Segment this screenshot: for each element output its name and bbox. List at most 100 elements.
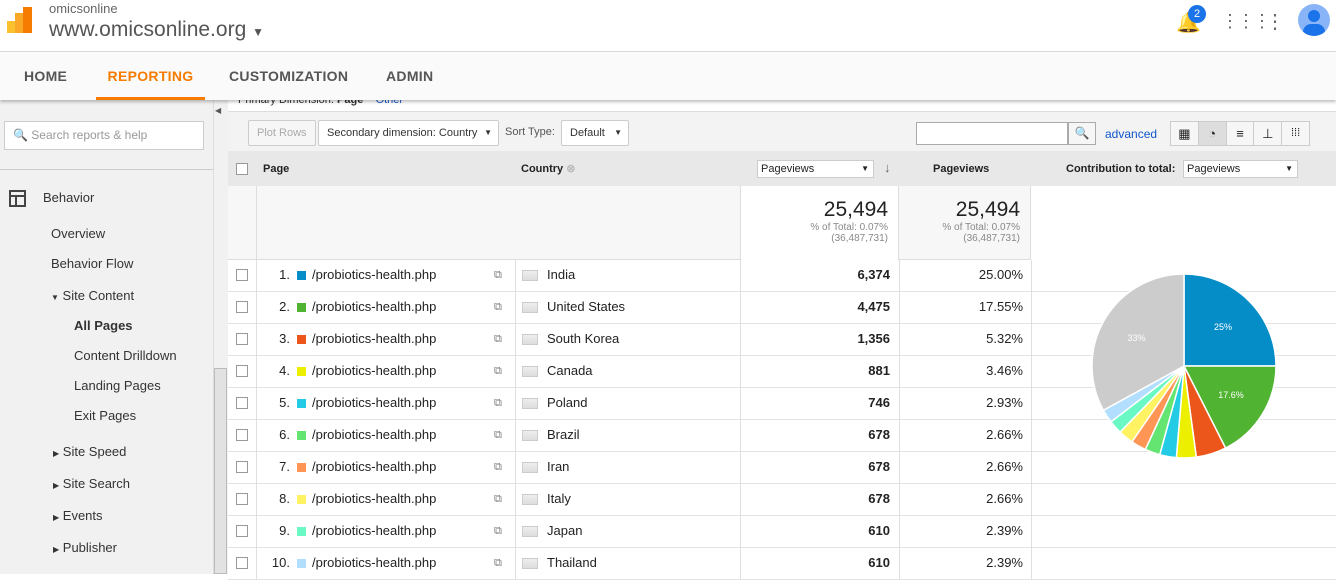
row-color-swatch [297, 335, 306, 344]
row-checkbox[interactable] [236, 269, 248, 281]
open-page-icon[interactable]: ⧉ [494, 548, 502, 580]
open-page-icon[interactable]: ⧉ [494, 292, 502, 324]
column-pageviews[interactable]: Pageviews [933, 163, 989, 175]
country-link[interactable]: Poland [547, 388, 587, 420]
contribution-select[interactable]: Pageviews ▼ [1183, 160, 1298, 178]
country-link[interactable]: Thailand [547, 548, 597, 580]
open-page-icon[interactable]: ⧉ [494, 420, 502, 452]
row-checkbox[interactable] [236, 365, 248, 377]
apps-grid-icon[interactable]: ⋮⋮⋮ [1221, 11, 1271, 32]
contribution-value: 2.39% [986, 555, 1023, 570]
country-link[interactable]: India [547, 260, 575, 292]
performance-view-icon[interactable]: ≡ [1227, 122, 1255, 145]
row-number: 1. [279, 267, 290, 282]
open-page-icon[interactable]: ⧉ [494, 356, 502, 388]
open-page-icon[interactable]: ⧉ [494, 260, 502, 292]
tab-reporting[interactable]: REPORTING [96, 52, 205, 100]
open-page-icon[interactable]: ⧉ [494, 324, 502, 356]
row-checkbox[interactable] [236, 333, 248, 345]
sidebar-item-site-search[interactable]: ▶ Site Search [53, 476, 130, 491]
property-selector[interactable]: www.omicsonline.org ▼ [49, 18, 264, 42]
page-link[interactable]: /probiotics-health.php [312, 260, 436, 292]
tab-home[interactable]: HOME [24, 52, 67, 100]
search-icon[interactable]: 🔍 [1068, 122, 1096, 145]
page-link[interactable]: /probiotics-health.php [312, 324, 436, 356]
avatar[interactable] [1298, 4, 1330, 36]
page-link[interactable]: /probiotics-health.php [312, 452, 436, 484]
country-link[interactable]: Italy [547, 484, 571, 516]
column-page[interactable]: Page [263, 163, 289, 175]
sidebar-item-behavior-flow[interactable]: Behavior Flow [51, 256, 133, 271]
sidebar-item-exit-pages[interactable]: Exit Pages [74, 408, 136, 423]
row-checkbox[interactable] [236, 461, 248, 473]
row-checkbox[interactable] [236, 397, 248, 409]
site-search-label: Site Search [62, 476, 130, 491]
country-link[interactable]: Iran [547, 452, 569, 484]
country-flag-icon [522, 334, 538, 345]
notification-badge: 2 [1188, 5, 1206, 23]
pie-slice[interactable] [1183, 273, 1277, 367]
sidebar-item-all-pages[interactable]: All Pages [74, 318, 133, 333]
country-link[interactable]: United States [547, 292, 625, 324]
totals-value: 25,494 [823, 198, 888, 221]
table-row: 8. /probiotics-health.php ⧉ Italy 678 2.… [228, 484, 1336, 516]
sidebar-item-events[interactable]: ▶ Events [53, 508, 103, 523]
more-vert-icon[interactable]: ⋮ [1265, 9, 1285, 34]
page-link[interactable]: /probiotics-health.php [312, 356, 436, 388]
page-link[interactable]: /probiotics-health.php [312, 388, 436, 420]
page-link[interactable]: /probiotics-health.php [312, 484, 436, 516]
country-link[interactable]: Canada [547, 356, 593, 388]
page-link[interactable]: /probiotics-health.php [312, 420, 436, 452]
sidebar-item-site-content[interactable]: ▼ Site Content [51, 288, 134, 303]
row-checkbox[interactable] [236, 557, 248, 569]
open-page-icon[interactable]: ⧉ [494, 452, 502, 484]
chevron-down-icon: ▼ [252, 25, 264, 39]
country-flag-icon [522, 526, 538, 537]
sidebar-item-publisher[interactable]: ▶ Publisher [53, 540, 117, 555]
sort-type-value: Default [570, 127, 605, 139]
country-link[interactable]: Japan [547, 516, 582, 548]
sort-descending-icon[interactable]: ↓ [884, 160, 891, 175]
sidebar-item-site-speed[interactable]: ▶ Site Speed [53, 444, 126, 459]
select-all-checkbox[interactable] [236, 163, 248, 175]
table-view-icon[interactable]: ▦ [1171, 122, 1199, 145]
sidebar-section-behavior[interactable]: Behavior [43, 190, 94, 205]
collapse-sidebar-icon[interactable]: ◀ [215, 106, 221, 115]
table-filter-input[interactable] [916, 122, 1068, 145]
tab-admin[interactable]: ADMIN [386, 52, 433, 100]
open-page-icon[interactable]: ⧉ [494, 484, 502, 516]
sidebar-scrollbar[interactable]: ◀ [213, 100, 228, 574]
row-checkbox[interactable] [236, 429, 248, 441]
contribution-value: 25.00% [978, 267, 1023, 282]
row-checkbox[interactable] [236, 525, 248, 537]
search-reports-input[interactable]: 🔍 Search reports & help [4, 121, 204, 150]
sort-type-select[interactable]: Default ▼ [561, 120, 629, 146]
advanced-filter-link[interactable]: advanced [1105, 127, 1157, 141]
pie-view-icon[interactable]: ◔ [1198, 122, 1227, 145]
country-flag-icon [522, 366, 538, 377]
open-page-icon[interactable]: ⧉ [494, 388, 502, 420]
table-row: 10. /probiotics-health.php ⧉ Thailand 61… [228, 548, 1336, 580]
pivot-view-icon[interactable]: ⁞⁞⁞ [1282, 122, 1309, 145]
row-checkbox[interactable] [236, 493, 248, 505]
open-page-icon[interactable]: ⧉ [494, 516, 502, 548]
tab-customization[interactable]: CUSTOMIZATION [229, 52, 348, 100]
sidebar-item-content-drilldown[interactable]: Content Drilldown [74, 348, 177, 363]
dropdown-arrow-icon: ▼ [861, 164, 869, 173]
comparison-view-icon[interactable]: ⊥ [1254, 122, 1283, 145]
page-link[interactable]: /probiotics-health.php [312, 516, 436, 548]
secondary-dimension-select[interactable]: Secondary dimension: Country ▼ [318, 120, 499, 146]
remove-dimension-icon[interactable]: ⊗ [566, 163, 575, 175]
page-link[interactable]: /probiotics-health.php [312, 548, 436, 580]
country-link[interactable]: South Korea [547, 324, 619, 356]
metric-select[interactable]: Pageviews ▼ [757, 160, 874, 178]
contribution-value: 3.46% [986, 363, 1023, 378]
page-link[interactable]: /probiotics-health.php [312, 292, 436, 324]
sidebar-item-landing-pages[interactable]: Landing Pages [74, 378, 161, 393]
plot-rows-button[interactable]: Plot Rows [248, 120, 316, 146]
column-country[interactable]: Country ⊗ [521, 162, 575, 175]
sidebar-item-overview[interactable]: Overview [51, 226, 105, 241]
row-checkbox[interactable] [236, 301, 248, 313]
scrollbar-thumb[interactable] [214, 368, 227, 574]
country-link[interactable]: Brazil [547, 420, 580, 452]
